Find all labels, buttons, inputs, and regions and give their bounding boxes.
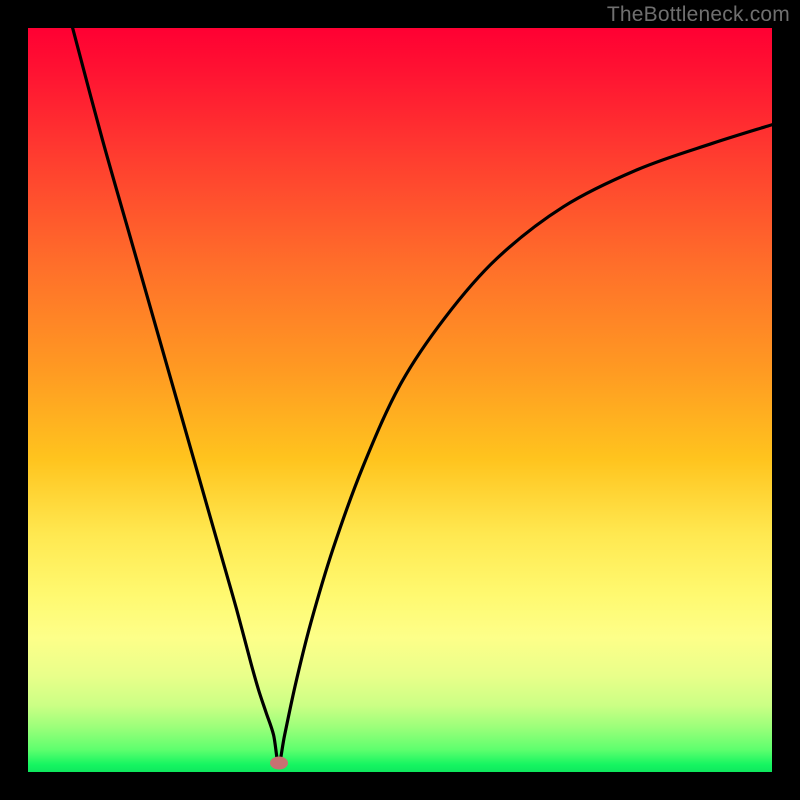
watermark-text: TheBottleneck.com bbox=[607, 3, 790, 27]
curve-path bbox=[73, 28, 772, 764]
chart-frame: TheBottleneck.com bbox=[0, 0, 800, 800]
plot-area bbox=[28, 28, 772, 772]
minimum-marker bbox=[270, 757, 288, 770]
curve-svg bbox=[28, 28, 772, 772]
